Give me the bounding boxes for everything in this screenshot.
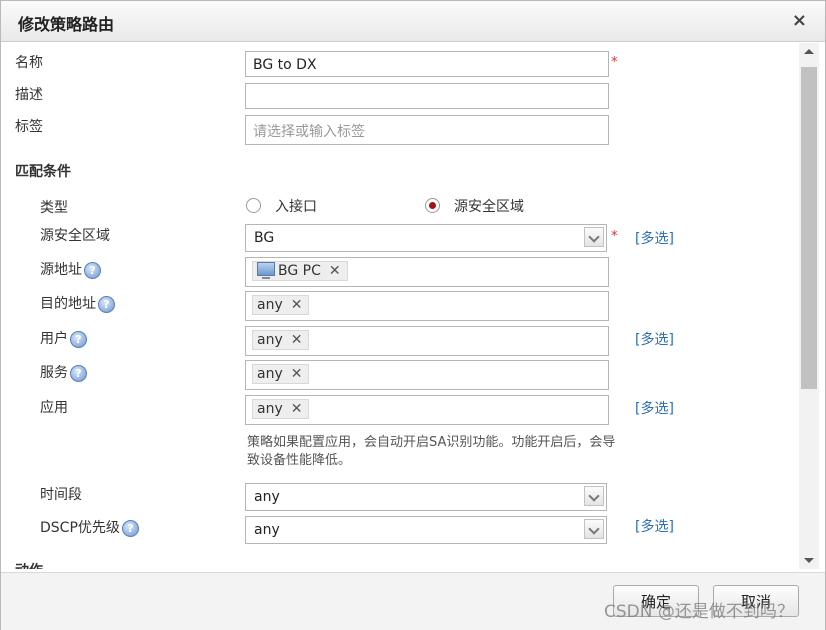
scroll-up-icon[interactable] <box>799 43 819 59</box>
user-label-text: 用户 <box>40 331 68 347</box>
radio-src-zone[interactable] <box>425 198 440 213</box>
chevron-down-icon[interactable] <box>584 519 604 539</box>
computer-icon <box>257 262 275 279</box>
dscp-label: DSCP优先级? <box>40 517 139 537</box>
src-zone-value: BG <box>254 230 275 246</box>
service-input[interactable]: any ✕ <box>245 360 609 390</box>
match-section-title: 匹配条件 <box>15 164 71 180</box>
src-addr-input[interactable]: BG PC ✕ <box>245 257 609 287</box>
radio-ingress-interface[interactable] <box>246 198 261 213</box>
scrollbar-thumb[interactable] <box>801 67 817 389</box>
type-label: 类型 <box>40 200 68 216</box>
tag-remove-icon[interactable]: ✕ <box>291 401 303 417</box>
service-tag: any ✕ <box>252 364 310 384</box>
form-content: 名称 BG to DX * 描述 标签 请选择或输入标签 匹配条件 类型 入接口… <box>7 43 797 569</box>
app-note: 策略如果配置应用，会自动开启SA识别功能。功能开启后，会导致设备性能降低。 <box>247 435 616 468</box>
src-addr-tag-text: BG PC <box>278 263 321 279</box>
help-icon[interactable]: ? <box>70 330 87 348</box>
action-section-title: 动作 <box>15 560 43 569</box>
tag-remove-icon[interactable]: ✕ <box>291 366 303 382</box>
dst-addr-label-text: 目的地址 <box>40 296 96 312</box>
name-input[interactable]: BG to DX <box>245 51 609 77</box>
edit-policy-route-dialog: 修改策略路由 × 名称 BG to DX * 描述 标签 请选择或输入标签 匹配… <box>0 0 826 630</box>
tags-placeholder: 请选择或输入标签 <box>253 124 365 140</box>
src-zone-multi-select-link[interactable]: [多选] <box>635 228 674 248</box>
time-select[interactable]: any <box>245 483 607 511</box>
help-icon[interactable]: ? <box>121 519 139 537</box>
app-multi-select-link[interactable]: [多选] <box>635 398 674 418</box>
src-addr-label: 源地址? <box>40 259 101 279</box>
tag-remove-icon[interactable]: ✕ <box>291 297 303 313</box>
csdn-watermark: CSDN @还是做不到吗？ <box>604 602 794 622</box>
user-tag: any ✕ <box>252 330 310 350</box>
time-label: 时间段 <box>40 487 82 503</box>
dialog-title: 修改策略路由 <box>18 15 115 34</box>
dscp-label-text: DSCP优先级 <box>40 520 120 536</box>
service-tag-text: any <box>257 366 283 382</box>
tag-remove-icon[interactable]: ✕ <box>329 263 341 279</box>
close-icon[interactable]: × <box>792 10 807 31</box>
name-label: 名称 <box>15 55 43 71</box>
desc-label: 描述 <box>15 87 43 103</box>
help-icon[interactable]: ? <box>84 261 101 279</box>
chevron-down-icon[interactable] <box>584 227 604 247</box>
user-multi-select-link[interactable]: [多选] <box>635 329 674 349</box>
service-label-text: 服务 <box>40 365 68 381</box>
tag-remove-icon[interactable]: ✕ <box>291 332 303 348</box>
help-icon[interactable]: ? <box>98 295 115 313</box>
radio-src-zone-label: 源安全区域 <box>454 199 524 215</box>
dst-addr-input[interactable]: any ✕ <box>245 291 609 321</box>
dst-addr-tag: any ✕ <box>252 295 310 315</box>
tags-input[interactable]: 请选择或输入标签 <box>245 115 609 145</box>
src-zone-label: 源安全区域 <box>40 228 110 244</box>
name-required-mark: * <box>611 55 618 70</box>
dscp-multi-select-link[interactable]: [多选] <box>635 516 674 536</box>
tags-label: 标签 <box>15 119 43 135</box>
src-zone-required-mark: * <box>611 229 618 244</box>
desc-input[interactable] <box>245 83 609 109</box>
name-input-value: BG to DX <box>253 57 317 73</box>
chevron-down-icon[interactable] <box>584 486 604 506</box>
dialog-titlebar: 修改策略路由 × <box>1 1 825 42</box>
app-tag: any ✕ <box>252 399 310 419</box>
dscp-select[interactable]: any <box>245 516 607 544</box>
service-label: 服务? <box>40 362 87 382</box>
help-icon[interactable]: ? <box>70 364 87 382</box>
src-addr-tag: BG PC ✕ <box>252 261 348 281</box>
scroll-down-icon[interactable] <box>799 553 819 569</box>
radio-ingress-interface-label: 入接口 <box>275 199 317 215</box>
time-value: any <box>254 489 280 505</box>
app-label: 应用 <box>40 400 68 416</box>
src-zone-select[interactable]: BG <box>245 224 607 252</box>
dscp-value: any <box>254 522 280 538</box>
app-tag-text: any <box>257 401 283 417</box>
src-addr-label-text: 源地址 <box>40 262 82 278</box>
vertical-scrollbar[interactable] <box>799 43 819 569</box>
user-tag-text: any <box>257 332 283 348</box>
dst-addr-label: 目的地址? <box>40 293 115 313</box>
user-input[interactable]: any ✕ <box>245 326 609 356</box>
app-input[interactable]: any ✕ <box>245 395 609 425</box>
user-label: 用户? <box>40 328 87 348</box>
dst-addr-tag-text: any <box>257 297 283 313</box>
